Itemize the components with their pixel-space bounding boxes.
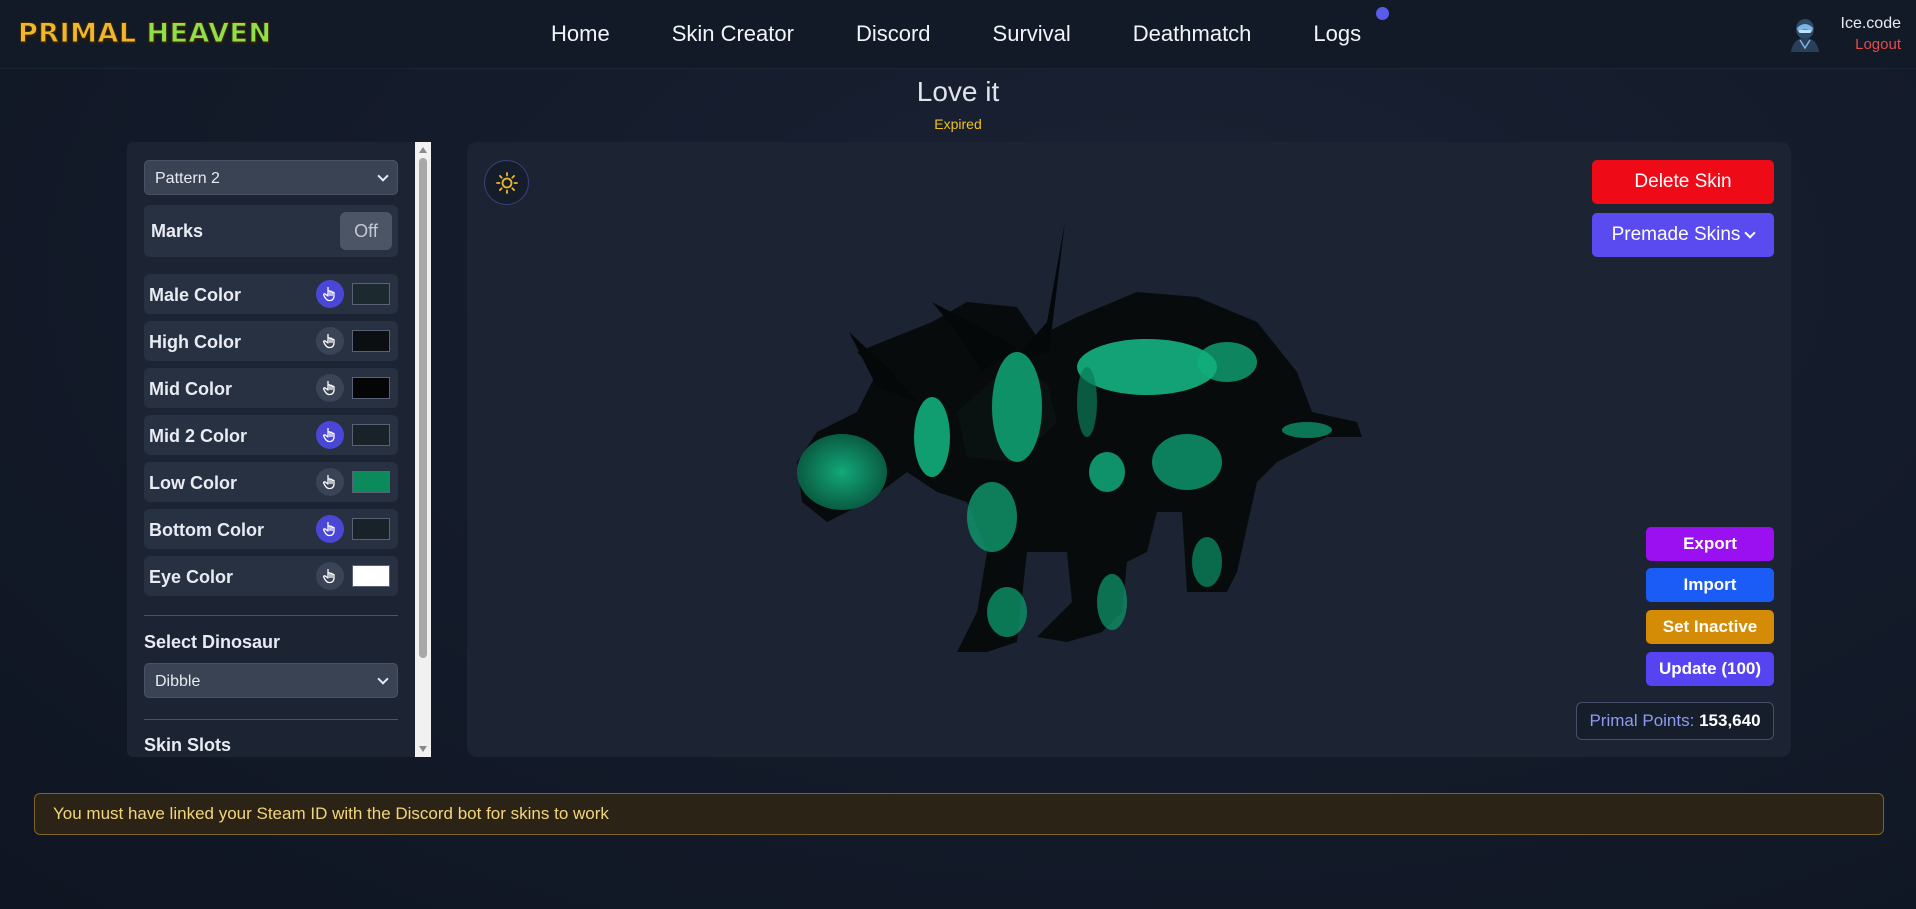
scroll-down-arrow-icon[interactable] [419,746,427,752]
marks-label: Marks [151,221,204,241]
pointer-hand-icon [323,380,335,396]
color-label: Bottom Color [149,520,264,540]
color-label: Male Color [149,285,242,305]
logout-link[interactable]: Logout [1855,36,1901,53]
color-row-male: Male Color [144,274,398,314]
color-picker-button[interactable] [316,562,344,590]
pointer-hand-icon [323,568,335,584]
skin-options-panel: Pattern 2 Marks Off Male Color High Colo… [127,142,415,757]
color-label: Eye Color [149,567,234,587]
skin-slots-label: Skin Slots [144,735,232,755]
color-row-bottom: Bottom Color [144,509,398,549]
color-swatch-low[interactable] [352,471,390,493]
color-swatch-male[interactable] [352,283,390,305]
top-navbar: PRIMAL HEAVEN Home Skin Creator Discord … [0,0,1916,69]
chevron-down-icon [1744,227,1757,239]
color-swatch-bottom[interactable] [352,518,390,540]
brand-logo[interactable]: PRIMAL HEAVEN [18,18,272,50]
color-picker-button[interactable] [316,515,344,543]
color-row-mid: Mid Color [144,368,398,408]
marks-row: Marks Off [144,205,398,257]
steam-link-warning: You must have linked your Steam ID with … [34,793,1884,835]
dinosaur-select[interactable]: Dibble [144,663,398,698]
color-label: Mid 2 Color [149,426,247,446]
points-label: Primal Points: [1589,711,1695,730]
color-row-low: Low Color [144,462,398,502]
scroll-thumb[interactable] [419,158,427,658]
brand-word-1: PRIMAL [18,18,137,50]
import-button[interactable]: Import [1646,568,1774,602]
export-button[interactable]: Export [1646,527,1774,561]
primal-points-display: Primal Points: 153,640 [1576,702,1774,740]
pointer-hand-icon [323,474,335,490]
pattern-select-value: Pattern 2 [155,170,220,187]
marks-toggle[interactable]: Off [340,212,392,250]
premade-skins-dropdown[interactable]: Premade Skins [1592,213,1774,257]
color-picker-button[interactable] [316,421,344,449]
color-swatch-mid[interactable] [352,377,390,399]
color-picker-button[interactable] [316,374,344,402]
premade-skins-label: Premade Skins [1611,224,1741,245]
pointer-hand-icon [323,286,335,302]
skin-status-badge: Expired [934,116,982,132]
color-label: High Color [149,332,241,352]
dinosaur-model[interactable] [717,172,1367,732]
color-swatch-eye[interactable] [352,565,390,587]
color-label: Mid Color [149,379,232,399]
nav-links: Home Skin Creator Discord Survival Death… [551,21,1361,47]
avatar-icon [1791,19,1819,52]
chevron-down-icon [377,673,389,685]
nav-discord[interactable]: Discord [856,21,931,47]
color-picker-button[interactable] [316,327,344,355]
delete-skin-button[interactable]: Delete Skin [1592,160,1774,204]
nav-logs[interactable]: Logs [1313,21,1361,47]
color-swatch-mid-2[interactable] [352,424,390,446]
pointer-hand-icon [323,521,335,537]
color-label: Low Color [149,473,237,493]
pointer-hand-icon [323,333,335,349]
dinosaur-select-value: Dibble [155,673,201,690]
nav-home[interactable]: Home [551,21,610,47]
scroll-up-arrow-icon[interactable] [419,147,427,153]
pointer-hand-icon [323,427,335,443]
divider [144,615,398,616]
sidebar-scrollbar[interactable] [415,142,431,757]
brand-word-2: HEAVEN [146,18,272,50]
skin-title: Love it [916,76,1000,107]
color-row-high: High Color [144,321,398,361]
pattern-select[interactable]: Pattern 2 [144,160,398,195]
update-button[interactable]: Update (100) [1646,652,1774,686]
nav-survival[interactable]: Survival [993,21,1071,47]
select-dinosaur-label: Select Dinosaur [144,632,281,652]
lighting-toggle-button[interactable] [484,160,529,205]
color-swatch-high[interactable] [352,330,390,352]
nav-skin-creator[interactable]: Skin Creator [672,21,794,47]
chevron-down-icon [377,170,389,182]
color-row-mid-2: Mid 2 Color [144,415,398,455]
divider [144,719,398,720]
sun-icon [496,172,518,194]
notification-dot [1376,7,1389,20]
user-avatar[interactable] [1788,16,1822,52]
color-picker-button[interactable] [316,280,344,308]
nav-deathmatch[interactable]: Deathmatch [1133,21,1252,47]
set-inactive-button[interactable]: Set Inactive [1646,610,1774,644]
color-picker-button[interactable] [316,468,344,496]
user-name: Ice.code [1840,15,1901,32]
points-value: 153,640 [1699,711,1761,730]
color-row-eye: Eye Color [144,556,398,596]
dinosaur-preview-viewer[interactable]: Delete Skin Premade Skins Export Import … [467,142,1791,757]
